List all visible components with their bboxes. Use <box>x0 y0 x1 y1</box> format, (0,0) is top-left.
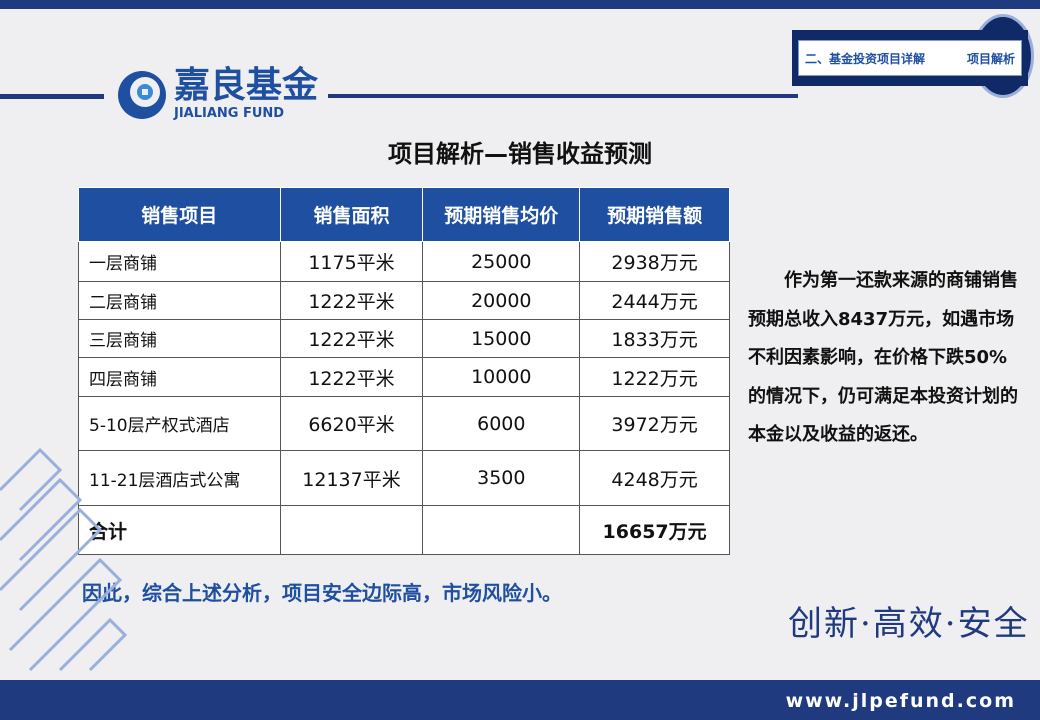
cell-price: 25000 <box>422 241 581 282</box>
table-row: 二层商铺 1222平米 20000 2444万元 <box>78 281 730 320</box>
logo-english: JIALIANG FUND <box>174 106 285 121</box>
cell-area: 12137平米 <box>279 450 424 506</box>
cell-price: 20000 <box>422 281 581 320</box>
cell-amount: 1833万元 <box>579 319 730 358</box>
side-description: 作为第一还款来源的商铺销售预期总收入8437万元，如遇市场不利因素影响，在价格下… <box>748 270 1018 445</box>
cell-area: 1175平米 <box>279 241 424 282</box>
badge-section: 二、基金投资项目详解 <box>805 51 926 66</box>
cell-area: 1222平米 <box>279 319 424 358</box>
top-bar <box>0 0 1040 9</box>
table-row: 三层商铺 1222平米 15000 1833万元 <box>78 319 730 358</box>
cell-area: 6620平米 <box>279 396 424 451</box>
page-title: 项目解析—销售收益预测 <box>388 140 652 168</box>
header-price: 预期销售均价 <box>422 187 581 242</box>
table-row: 11-21层酒店式公寓 12137平米 3500 4248万元 <box>78 450 730 506</box>
cell-amount: 1222万元 <box>579 357 730 397</box>
table-row: 5-10层产权式酒店 6620平米 6000 3972万元 <box>78 396 730 451</box>
header-amount: 预期销售额 <box>579 187 730 242</box>
cell-price: 3500 <box>422 450 581 506</box>
cell-item: 三层商铺 <box>78 319 281 358</box>
total-area <box>279 505 424 555</box>
cell-item: 二层商铺 <box>78 281 281 320</box>
cell-amount: 2444万元 <box>579 281 730 320</box>
logo-name: 嘉良基金 <box>174 65 319 106</box>
total-price <box>422 505 581 555</box>
logo: 嘉良基金 JIALIANG FUND <box>116 68 318 121</box>
cell-price: 10000 <box>422 357 581 397</box>
decorative-pattern <box>0 447 128 672</box>
cell-item: 一层商铺 <box>78 241 281 282</box>
conclusion-text: 因此，综合上述分析，项目安全边际高，市场风险小。 <box>82 581 562 605</box>
badge-subsection: 项目解析 <box>966 51 1015 66</box>
header-item: 销售项目 <box>78 187 281 242</box>
cell-amount: 3972万元 <box>579 396 730 451</box>
header-line-right <box>328 94 798 98</box>
footer-url[interactable]: www.jlpefund.com <box>786 690 1016 712</box>
section-badge: 二、基金投资项目详解 项目解析 <box>792 30 1028 86</box>
logo-swirl-icon <box>118 70 166 119</box>
sales-table: 销售项目 销售面积 预期销售均价 预期销售额 一层商铺 1175平米 25000 29… <box>78 187 730 555</box>
cell-area: 1222平米 <box>279 357 424 397</box>
cell-price: 15000 <box>422 319 581 358</box>
total-amount: 16657万元 <box>579 505 730 555</box>
header-area: 销售面积 <box>279 187 424 242</box>
slogan: 创新·高效·安全 <box>788 604 1030 644</box>
cell-area: 1222平米 <box>279 281 424 320</box>
header-line-left <box>0 94 104 99</box>
cell-item: 四层商铺 <box>78 357 281 397</box>
cell-amount: 4248万元 <box>579 450 730 506</box>
total-row: 合计 16657万元 <box>78 505 730 555</box>
cell-price: 6000 <box>422 396 581 451</box>
table-row: 一层商铺 1175平米 25000 2938万元 <box>78 241 730 282</box>
table-row: 四层商铺 1222平米 10000 1222万元 <box>78 357 730 397</box>
cell-amount: 2938万元 <box>579 241 730 282</box>
